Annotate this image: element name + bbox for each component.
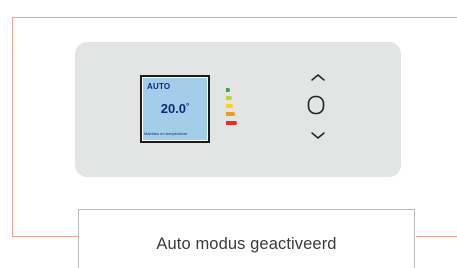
frame-line-left <box>12 17 13 237</box>
frame-line-bottom-right <box>416 236 457 237</box>
energy-level-bar <box>226 104 233 108</box>
temperature-unit: ° <box>186 102 190 111</box>
thermostat-device: AUTO 20.0° Maintien en température <box>75 42 401 177</box>
temperature-up-button[interactable] <box>309 72 327 82</box>
thermostat-display: AUTO 20.0° Maintien en température <box>140 75 210 143</box>
select-button[interactable] <box>306 94 326 116</box>
energy-level-bar <box>226 112 235 116</box>
caption-text: Auto modus geactiveerd <box>156 235 337 253</box>
frame-line-bottom-left <box>12 236 78 237</box>
energy-level-icon <box>226 88 238 128</box>
caption-box: Auto modus geactiveerd <box>78 209 415 268</box>
mode-label: AUTO <box>147 82 171 91</box>
energy-level-bar <box>226 96 232 100</box>
select-button-icon <box>307 95 325 115</box>
temperature-value: 20.0 <box>160 101 187 116</box>
energy-level-bar <box>226 121 237 125</box>
status-text: Maintien en température <box>144 131 188 136</box>
chevron-up-icon <box>311 74 325 81</box>
temperature-down-button[interactable] <box>309 131 327 141</box>
frame-line-top <box>12 17 457 18</box>
temperature-readout: 20.0° <box>142 101 208 116</box>
thermostat-demo-stage: AUTO 20.0° Maintien en température Auto … <box>0 0 457 268</box>
energy-level-bar <box>226 88 230 92</box>
chevron-down-icon <box>311 132 325 139</box>
